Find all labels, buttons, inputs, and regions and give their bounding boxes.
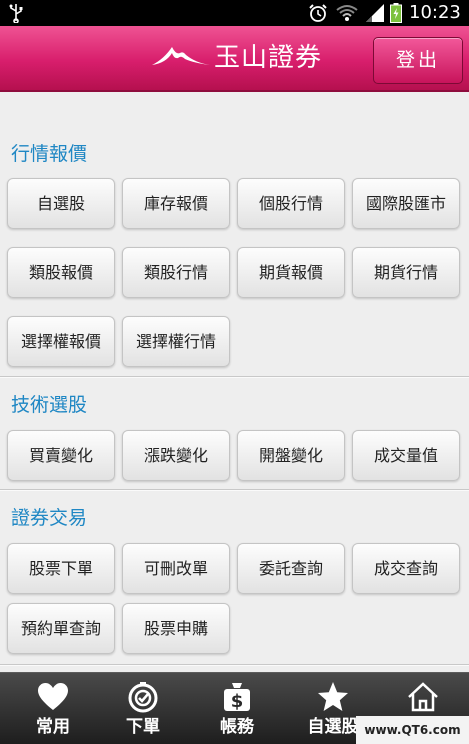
tab-label: 下單 bbox=[126, 717, 160, 737]
app-header: 玉山證券 登出 bbox=[0, 26, 469, 92]
money-bag-icon: $ bbox=[224, 683, 250, 712]
buy-sell-change-button[interactable]: 買賣變化 bbox=[7, 430, 115, 481]
section-divider bbox=[0, 489, 469, 491]
tab-label: 常用 bbox=[36, 717, 70, 737]
intl-market-button[interactable]: 國際股匯市 bbox=[352, 178, 460, 229]
inventory-quote-button[interactable]: 庫存報價 bbox=[122, 178, 230, 229]
ipo-subscription-button[interactable]: 股票申購 bbox=[122, 603, 230, 654]
usb-icon bbox=[9, 4, 23, 23]
opening-change-button[interactable]: 開盤變化 bbox=[237, 430, 345, 481]
mountain-logo-icon bbox=[152, 47, 210, 65]
options-market-button[interactable]: 選擇權行情 bbox=[122, 316, 230, 367]
section-divider bbox=[0, 376, 469, 378]
tab-favorites[interactable]: 常用 bbox=[6, 673, 100, 744]
options-quote-button[interactable]: 選擇權報價 bbox=[7, 316, 115, 367]
svg-text:$: $ bbox=[231, 691, 244, 712]
heart-icon bbox=[38, 683, 68, 710]
place-order-button[interactable]: 股票下單 bbox=[7, 543, 115, 594]
signal-icon bbox=[366, 4, 384, 22]
section-title-quotes: 行情報價 bbox=[11, 143, 88, 165]
tab-accounts[interactable]: $ 帳務 bbox=[190, 673, 284, 744]
tab-order[interactable]: 下單 bbox=[96, 673, 190, 744]
modify-order-button[interactable]: 可刪改單 bbox=[122, 543, 230, 594]
battery-icon bbox=[390, 3, 402, 23]
section-divider bbox=[0, 664, 469, 666]
stock-market-button[interactable]: 個股行情 bbox=[237, 178, 345, 229]
order-icon bbox=[128, 682, 158, 713]
home-icon bbox=[408, 682, 438, 712]
menu-content: 行情報價 自選股 庫存報價 個股行情 國際股匯市 類股報價 類股行情 期貨報價 … bbox=[0, 92, 469, 672]
status-bar: 10:23 bbox=[0, 0, 469, 26]
logout-button[interactable]: 登出 bbox=[373, 37, 463, 84]
section-title-technical: 技術選股 bbox=[11, 394, 88, 416]
watchlist-button[interactable]: 自選股 bbox=[7, 178, 115, 229]
order-query-button[interactable]: 委託查詢 bbox=[237, 543, 345, 594]
tab-label: 帳務 bbox=[220, 717, 254, 737]
star-icon bbox=[318, 682, 348, 711]
sector-quote-button[interactable]: 類股報價 bbox=[7, 247, 115, 298]
sector-market-button[interactable]: 類股行情 bbox=[122, 247, 230, 298]
rise-fall-change-button[interactable]: 漲跌變化 bbox=[122, 430, 230, 481]
deal-query-button[interactable]: 成交查詢 bbox=[352, 543, 460, 594]
section-title-trading: 證券交易 bbox=[11, 507, 88, 529]
brand-title: 玉山證券 bbox=[214, 43, 323, 73]
clock-time: 10:23 bbox=[409, 2, 461, 23]
futures-market-button[interactable]: 期貨行情 bbox=[352, 247, 460, 298]
scheduled-order-query-button[interactable]: 預約單查詢 bbox=[7, 603, 115, 654]
wifi-icon bbox=[336, 5, 358, 21]
volume-value-button[interactable]: 成交量值 bbox=[352, 430, 460, 481]
alarm-icon bbox=[309, 4, 327, 22]
futures-quote-button[interactable]: 期貨報價 bbox=[237, 247, 345, 298]
watermark-text: www.QT6.com bbox=[356, 716, 469, 744]
